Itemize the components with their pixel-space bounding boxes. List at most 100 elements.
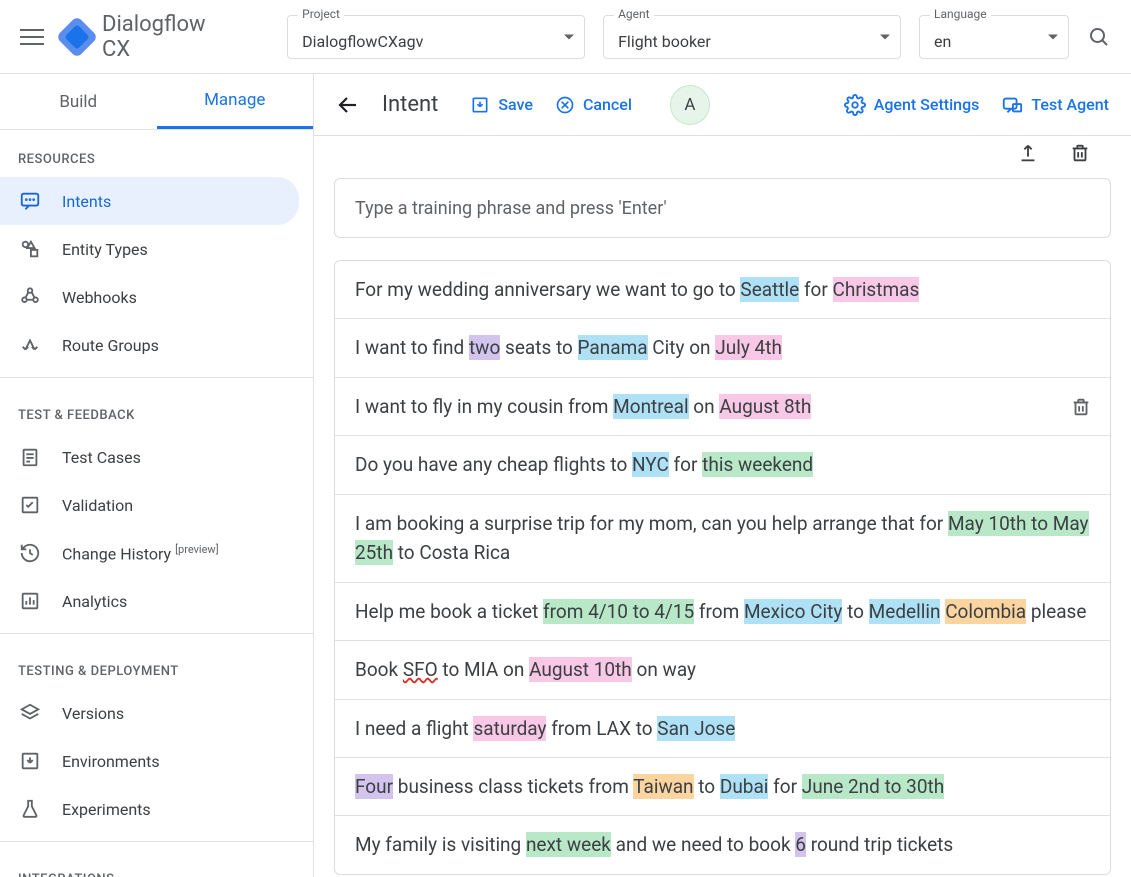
- sidebar-item-label: Experiments: [62, 800, 151, 819]
- training-phrase-row[interactable]: Help me book a ticket from 4/10 to 4/15 …: [335, 583, 1110, 641]
- section-resources: RESOURCES: [0, 130, 313, 177]
- entity-highlight: Seattle: [740, 277, 799, 302]
- upload-icon[interactable]: [1017, 142, 1039, 164]
- training-phrase-row[interactable]: Book SFO to MIA on August 10th on way: [335, 641, 1110, 699]
- entity-highlight: this weekend: [702, 452, 813, 477]
- phrase-text: Help me book a ticket: [355, 600, 543, 623]
- test-agent-button[interactable]: Test Agent: [1001, 94, 1109, 116]
- analytics-icon: [18, 589, 42, 613]
- logo[interactable]: Dialogflow CX: [62, 12, 239, 62]
- phrase-text: from: [694, 600, 744, 623]
- search-icon[interactable]: [1087, 25, 1111, 49]
- training-phrase-row[interactable]: I need a flight saturday from LAX to San…: [335, 700, 1110, 758]
- phrase-text: on way: [632, 658, 696, 681]
- entity-highlight: Taiwan: [633, 774, 693, 799]
- sidebar-item-label: Webhooks: [62, 288, 137, 307]
- phrase-text: Do you have any cheap flights to: [355, 453, 632, 476]
- section-integrations: INTEGRATIONS: [0, 850, 313, 877]
- sidebar-item-experiments[interactable]: Experiments: [0, 785, 299, 833]
- delete-phrase-icon[interactable]: [1070, 396, 1092, 418]
- training-phrase-list: For my wedding anniversary we want to go…: [334, 260, 1111, 875]
- entity-highlight: next week: [526, 832, 611, 857]
- entity-highlight: August 10th: [529, 657, 632, 682]
- phrase-text: City on: [648, 336, 716, 359]
- training-phrase-row[interactable]: For my wedding anniversary we want to go…: [335, 261, 1110, 319]
- phrase-text: I need a flight: [355, 717, 473, 740]
- entity-highlight: San Jose: [657, 716, 735, 741]
- sidebar-item-intents[interactable]: Intents: [0, 177, 299, 225]
- chat-icon: [18, 189, 42, 213]
- phrase-text: I want to fly in my cousin from: [355, 395, 613, 418]
- phrase-text: from LAX to: [546, 717, 657, 740]
- training-phrase-row[interactable]: I want to find two seats to Panama City …: [335, 319, 1110, 377]
- phrase-text: please: [1026, 600, 1086, 623]
- divider: [0, 377, 313, 378]
- caret-down-icon: [564, 34, 574, 39]
- entity-highlight: June 2nd to 30th: [802, 774, 944, 799]
- phrase-text: to Costa Rica: [393, 541, 510, 564]
- sidebar-item-label: Validation: [62, 496, 133, 515]
- delete-icon[interactable]: [1069, 142, 1091, 164]
- sidebar-item-analytics[interactable]: Analytics: [0, 577, 299, 625]
- sidebar-item-change-history[interactable]: Change History[preview]: [0, 529, 299, 577]
- phrase-actions: [334, 136, 1111, 178]
- agent-selector[interactable]: Agent Flight booker: [603, 15, 901, 59]
- layers-icon: [18, 701, 42, 725]
- sidebar-item-versions[interactable]: Versions: [0, 689, 299, 737]
- phrase-text: My family is visiting: [355, 833, 526, 856]
- entity-highlight: 6: [795, 832, 806, 857]
- phrase-text: for: [669, 453, 702, 476]
- phrase-text: I am booking a surprise trip for my mom,…: [355, 512, 948, 535]
- training-phrase-row[interactable]: I am booking a surprise trip for my mom,…: [335, 495, 1110, 583]
- entity-highlight: Dubai: [720, 774, 769, 799]
- entity-highlight: Medellin: [869, 599, 941, 624]
- sidebar-item-test-cases[interactable]: Test Cases: [0, 433, 299, 481]
- entity-highlight: Christmas: [833, 277, 920, 302]
- sidebar-item-label: Change History[preview]: [62, 543, 219, 563]
- language-selector[interactable]: Language en: [919, 15, 1069, 59]
- download-icon: [18, 749, 42, 773]
- divider: [0, 633, 313, 634]
- project-selector[interactable]: Project DialogflowCXagv: [287, 15, 585, 59]
- entity-highlight: SFO: [403, 658, 438, 681]
- webhook-icon: [18, 285, 42, 309]
- back-arrow-icon[interactable]: [336, 93, 360, 117]
- phrase-text: to: [694, 775, 720, 798]
- cancel-button[interactable]: Cancel: [555, 95, 632, 115]
- save-button[interactable]: Save: [470, 95, 533, 115]
- agent-selector-label: Agent: [614, 7, 653, 21]
- entity-highlight: Panama: [578, 335, 648, 360]
- tab-manage[interactable]: Manage: [157, 74, 314, 129]
- caret-down-icon: [1048, 34, 1058, 39]
- training-phrase-row[interactable]: Four business class tickets from Taiwan …: [335, 758, 1110, 816]
- phrase-text: for: [768, 775, 801, 798]
- sidebar-item-entity-types[interactable]: Entity Types: [0, 225, 299, 273]
- entity-highlight: Mexico City: [744, 599, 842, 624]
- phrase-text: for: [799, 278, 832, 301]
- training-phrase-row[interactable]: I want to fly in my cousin from Montreal…: [335, 378, 1110, 436]
- entity-highlight: August 8th: [719, 394, 811, 419]
- entity-highlight: two: [469, 335, 500, 360]
- entity-highlight: Four: [355, 774, 393, 799]
- flask-icon: [18, 797, 42, 821]
- agent-settings-button[interactable]: Agent Settings: [844, 94, 980, 116]
- check-list-icon: [18, 493, 42, 517]
- clipboard-icon: [18, 445, 42, 469]
- training-phrase-row[interactable]: Do you have any cheap flights to NYC for…: [335, 436, 1110, 494]
- training-phrase-row[interactable]: My family is visiting next week and we n…: [335, 816, 1110, 873]
- sidebar-item-route-groups[interactable]: Route Groups: [0, 321, 299, 369]
- dialogflow-icon: [56, 15, 98, 57]
- sidebar-item-environments[interactable]: Environments: [0, 737, 299, 785]
- menu-icon[interactable]: [20, 25, 44, 49]
- divider: [0, 841, 313, 842]
- sidebar-item-validation[interactable]: Validation: [0, 481, 299, 529]
- training-phrase-input[interactable]: Type a training phrase and press 'Enter': [334, 178, 1111, 238]
- avatar[interactable]: A: [670, 85, 710, 125]
- tab-build[interactable]: Build: [0, 74, 157, 129]
- phrase-text: business class tickets from: [393, 775, 633, 798]
- shapes-icon: [18, 237, 42, 261]
- sidebar-item-label: Analytics: [62, 592, 127, 611]
- sidebar-item-webhooks[interactable]: Webhooks: [0, 273, 299, 321]
- history-icon: [18, 541, 42, 565]
- phrase-text: For my wedding anniversary we want to go…: [355, 278, 740, 301]
